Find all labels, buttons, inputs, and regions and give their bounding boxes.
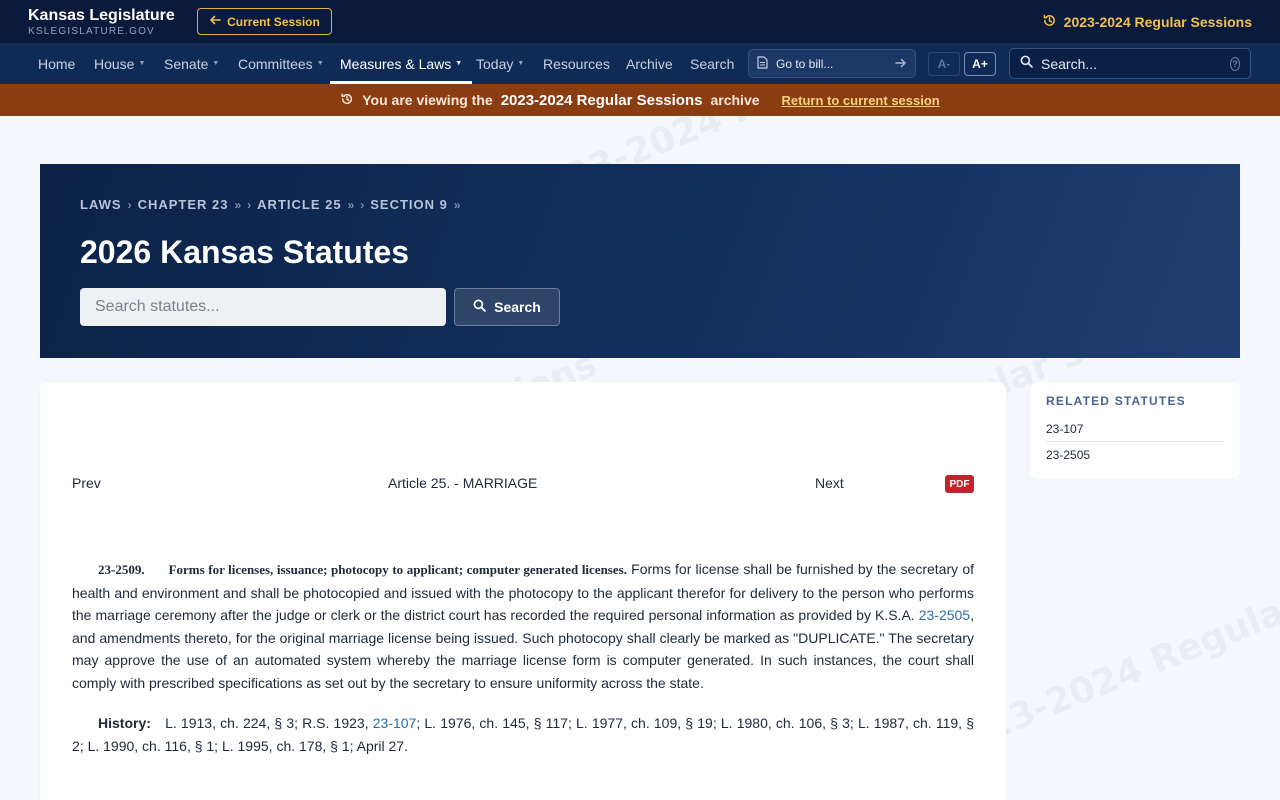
- brand[interactable]: Kansas Legislature KSLEGISLATURE.GOV: [28, 7, 175, 38]
- archive-banner: You are viewing the 2023-2024 Regular Se…: [0, 84, 1280, 116]
- goto-bill-field[interactable]: Go to bill...: [748, 49, 916, 78]
- search-icon: [1020, 55, 1033, 73]
- history-label: History:: [98, 715, 151, 731]
- caret-down-icon: ▼: [455, 60, 463, 67]
- session-indicator: 2023-2024 Regular Sessions: [1042, 13, 1252, 31]
- sessions-label: 2023-2024 Regular Sessions: [1063, 14, 1252, 30]
- page-title: 2026 Kansas Statutes: [80, 234, 410, 270]
- chevron-right-icon: ›: [360, 197, 365, 212]
- related-statutes-title: RELATED STATUTES: [1046, 394, 1186, 408]
- nav-home[interactable]: Home: [38, 43, 75, 84]
- main-nav: Home House ▼ Senate ▼ Committees ▼ Measures…: [0, 43, 1280, 84]
- brand-subtitle: KSLEGISLATURE.GOV: [28, 26, 155, 37]
- caret-down-icon: ▼: [517, 60, 525, 67]
- breadcrumb-article[interactable]: ARTICLE 25: [257, 197, 341, 212]
- global-search-input[interactable]: [1041, 55, 1222, 72]
- related-statute-item[interactable]: 23-107: [1046, 422, 1224, 442]
- history-icon: [340, 92, 354, 109]
- chevron-right-icon: ›: [127, 197, 132, 212]
- nav-resources[interactable]: Resources: [543, 43, 610, 84]
- brand-title: Kansas Legislature: [28, 7, 175, 24]
- goto-bill-placeholder: Go to bill...: [776, 56, 834, 71]
- statute-link-23-2505[interactable]: 23-2505: [919, 607, 970, 623]
- caret-down-icon: ▼: [316, 60, 324, 67]
- statutes-hero: LAWS › CHAPTER 23 » › ARTICLE 25 » › SEC…: [40, 164, 1240, 358]
- search-button-label: Search: [494, 299, 541, 315]
- breadcrumb-chapter[interactable]: CHAPTER 23: [138, 197, 229, 212]
- help-icon[interactable]: ?: [1230, 56, 1240, 71]
- return-to-current-session-link[interactable]: Return to current session: [782, 93, 940, 108]
- breadcrumb-laws[interactable]: LAWS: [80, 197, 122, 212]
- arrow-left-icon: [209, 14, 221, 29]
- double-chevron-icon: »: [453, 197, 461, 212]
- nav-house[interactable]: House ▼: [94, 43, 145, 84]
- double-chevron-icon: »: [234, 197, 242, 212]
- nav-search[interactable]: Search: [690, 43, 734, 84]
- history-link-23-107[interactable]: 23-107: [373, 715, 417, 731]
- global-search: ?: [1009, 48, 1251, 79]
- nav-senate[interactable]: Senate ▼: [164, 43, 219, 84]
- font-size-increase-button[interactable]: A+: [964, 52, 996, 76]
- caret-down-icon: ▼: [212, 60, 220, 67]
- double-chevron-icon: »: [347, 197, 355, 212]
- chevron-right-icon: ›: [247, 197, 252, 212]
- top-bar: Kansas Legislature KSLEGISLATURE.GOV Cur…: [0, 0, 1280, 43]
- arrow-right-icon[interactable]: [895, 56, 907, 72]
- statute-card: Prev Article 25. - MARRIAGE Next PDF 23-…: [40, 382, 1006, 800]
- banner-suffix: archive: [710, 92, 760, 108]
- breadcrumb-section[interactable]: SECTION 9: [370, 197, 448, 212]
- nav-committees[interactable]: Committees ▼: [238, 43, 324, 84]
- banner-prefix: You are viewing the: [362, 92, 493, 108]
- caret-down-icon: ▼: [138, 60, 146, 67]
- nav-today[interactable]: Today ▼: [476, 43, 524, 84]
- font-size-decrease-button[interactable]: A-: [928, 52, 960, 76]
- statute-text: 23-2509. Forms for licenses, issuance; ph…: [72, 558, 974, 694]
- statute-search-button[interactable]: Search: [454, 288, 560, 326]
- current-session-button[interactable]: Current Session: [197, 8, 332, 35]
- search-icon: [473, 299, 486, 315]
- breadcrumb: LAWS › CHAPTER 23 » › ARTICLE 25 » › SEC…: [80, 197, 461, 212]
- article-title: Article 25. - MARRIAGE: [388, 475, 538, 491]
- section-heading: Forms for licenses, issuance; photocopy …: [168, 562, 627, 577]
- related-statutes-panel: RELATED STATUTES 23-107 23-2505: [1030, 382, 1240, 479]
- pdf-download-button[interactable]: PDF: [945, 475, 974, 493]
- current-session-label: Current Session: [227, 14, 320, 29]
- related-statute-item[interactable]: 23-2505: [1046, 448, 1224, 467]
- history-icon: [1042, 13, 1057, 31]
- statute-history: History: L. 1913, ch. 224, § 3; R.S. 192…: [72, 712, 974, 757]
- banner-session: 2023-2024 Regular Sessions: [500, 91, 703, 109]
- nav-archive[interactable]: Archive: [626, 43, 673, 84]
- nav-measures-laws[interactable]: Measures & Laws ▼: [329, 43, 473, 84]
- section-number: 23-2509.: [98, 562, 145, 577]
- statute-search-input[interactable]: [80, 288, 446, 326]
- next-link[interactable]: Next: [815, 475, 844, 491]
- history-part1: L. 1913, ch. 224, § 3; R.S. 1923,: [165, 715, 373, 731]
- document-icon: [757, 55, 768, 72]
- prev-link[interactable]: Prev: [72, 475, 101, 491]
